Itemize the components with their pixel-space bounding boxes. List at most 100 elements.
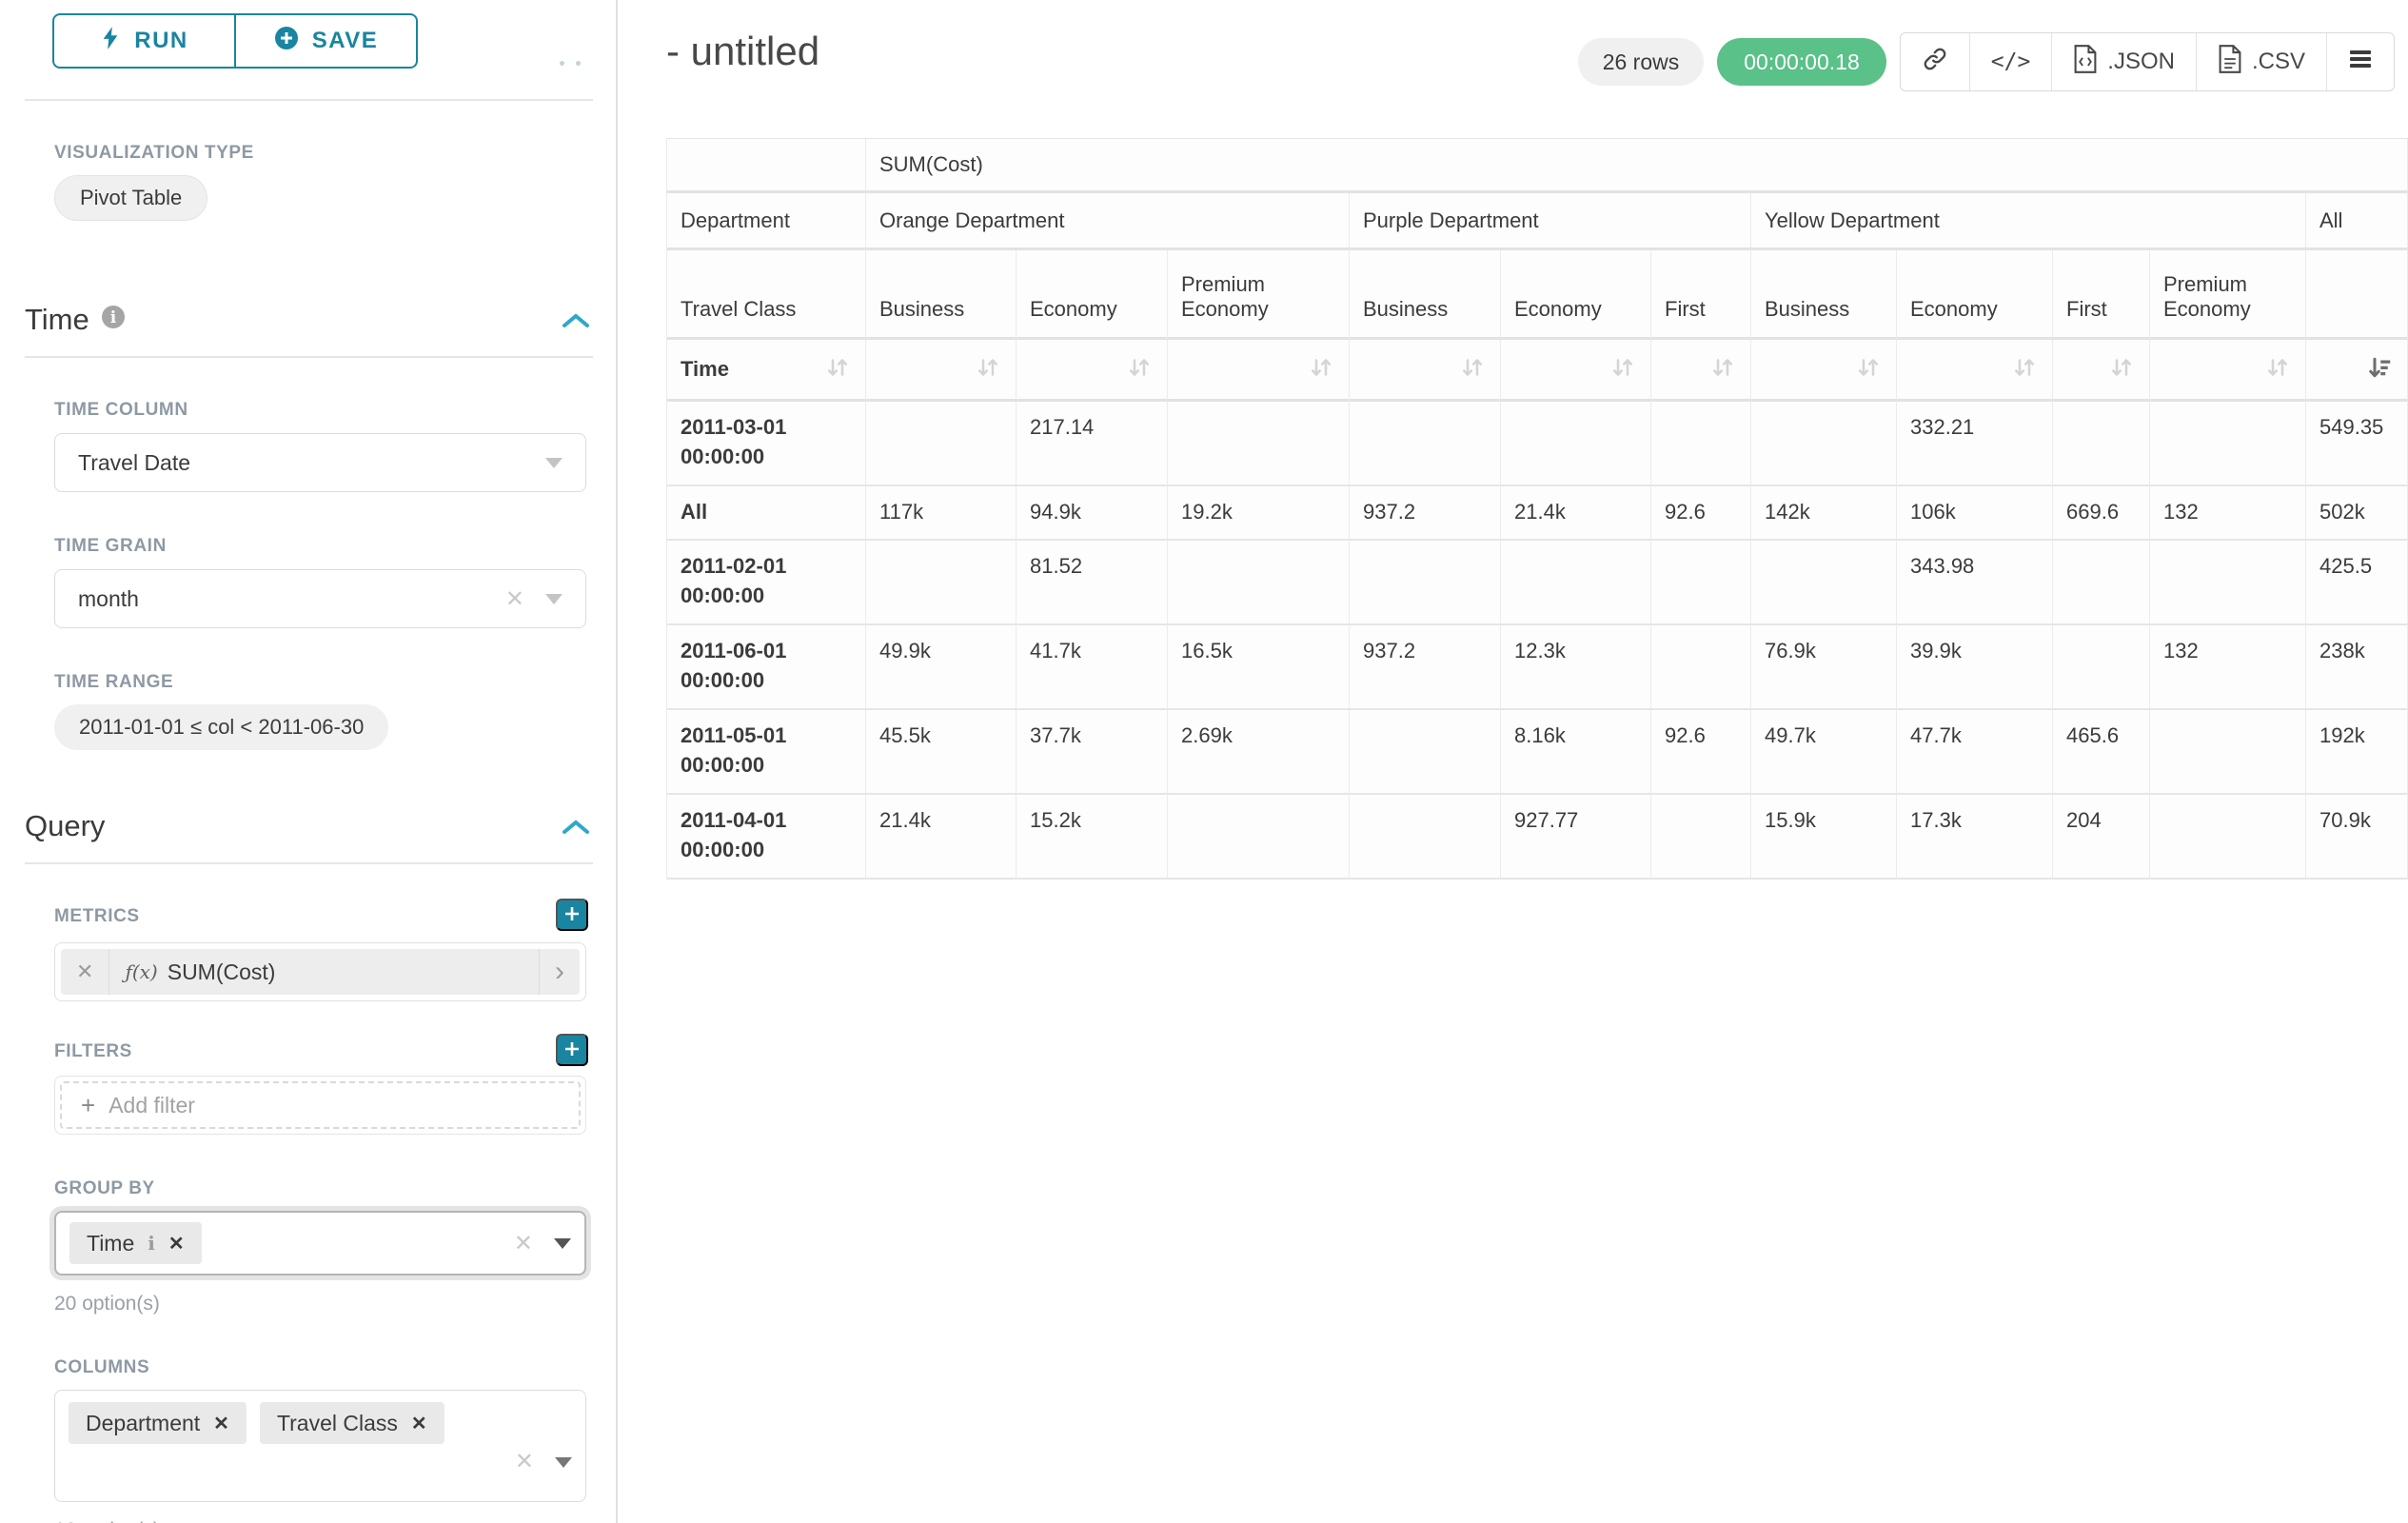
function-icon: ƒ(x): [125, 960, 157, 983]
sort-icon-cell[interactable]: [1016, 340, 1168, 402]
pivot-cell: 12.3k: [1501, 625, 1651, 710]
export-json-button[interactable]: .JSON: [2051, 33, 2196, 90]
query-section-header[interactable]: Query: [25, 809, 105, 843]
info-icon: i: [101, 303, 126, 337]
time-section-header[interactable]: Time i: [25, 303, 126, 337]
sort-icon-cell[interactable]: [1350, 340, 1501, 402]
group-by-option-count: 20 option(s): [54, 1293, 160, 1315]
pivot-cell: 39.9k: [1897, 625, 2053, 710]
panel-drag-handle[interactable]: [560, 61, 581, 66]
sort-icon[interactable]: [1458, 353, 1487, 387]
pivot-cell: [1350, 541, 1501, 625]
pivot-cell: 92.6: [1651, 486, 1751, 541]
pivot-cell: 502k: [2306, 486, 2408, 541]
run-button[interactable]: RUN: [52, 13, 235, 69]
close-icon[interactable]: ✕: [411, 1412, 427, 1435]
sort-icon[interactable]: [2107, 353, 2136, 387]
info-icon: i: [148, 1232, 155, 1255]
control-panel: Chart Type RUN SAVE VISUALIZATION TYPE P…: [0, 0, 618, 1523]
sort-icon[interactable]: [2010, 353, 2039, 387]
sort-desc-active-icon[interactable]: [2365, 353, 2394, 387]
sort-icon-cell[interactable]: [1897, 340, 2053, 402]
metric-pill[interactable]: ✕ ƒ(x) SUM(Cost) ›: [61, 949, 580, 995]
plus-icon: +: [81, 1091, 95, 1120]
add-filter-plus-button[interactable]: [556, 1034, 588, 1066]
pivot-cell: 132: [2150, 625, 2306, 710]
caret-down-icon[interactable]: [554, 1238, 571, 1249]
columns-select[interactable]: Department ✕ Travel Class ✕ ✕: [54, 1390, 586, 1502]
sort-icon[interactable]: [1125, 353, 1154, 387]
sort-icon-cell[interactable]: [866, 340, 1016, 402]
sort-icon-cell[interactable]: [1751, 340, 1897, 402]
close-icon[interactable]: ✕: [61, 949, 109, 995]
pivot-cell: 132: [2150, 486, 2306, 541]
group-by-chip[interactable]: Time i ✕: [69, 1222, 202, 1264]
pivot-cell: [2150, 402, 2306, 486]
pivot-col-group-header: Purple Department: [1350, 193, 1751, 250]
sort-icon[interactable]: [1854, 353, 1883, 387]
pivot-cell: [866, 402, 1016, 486]
columns-chip[interactable]: Travel Class ✕: [260, 1402, 444, 1444]
chevron-right-icon[interactable]: ›: [539, 949, 580, 995]
pivot-cell: 117k: [866, 486, 1016, 541]
sort-icon-cell[interactable]: [2150, 340, 2306, 402]
time-range-pill[interactable]: 2011-01-01 ≤ col < 2011-06-30: [54, 704, 388, 750]
chip-label: Department: [86, 1411, 200, 1436]
pivot-cell: [2150, 795, 2306, 880]
sort-icon[interactable]: [974, 353, 1002, 387]
close-icon[interactable]: ✕: [213, 1412, 229, 1435]
divider: [25, 862, 593, 864]
caret-down-icon[interactable]: [555, 1457, 572, 1468]
viz-type-label: VISUALIZATION TYPE: [54, 143, 254, 164]
sort-icon[interactable]: [1708, 353, 1737, 387]
pivot-cell: [1651, 402, 1751, 486]
sort-icon-cell[interactable]: [2053, 340, 2150, 402]
pivot-cell: 76.9k: [1751, 625, 1897, 710]
view-query-button[interactable]: </>: [1969, 33, 2052, 90]
pivot-col-header: Economy: [1016, 250, 1168, 340]
chevron-up-icon[interactable]: [562, 312, 590, 334]
time-grain-label: TIME GRAIN: [54, 536, 167, 557]
close-icon[interactable]: ✕: [515, 1448, 534, 1475]
menu-button[interactable]: [2326, 33, 2394, 90]
sort-icon[interactable]: [2263, 353, 2292, 387]
sort-icon[interactable]: [823, 353, 852, 387]
sort-icon-cell[interactable]: [1501, 340, 1651, 402]
chevron-up-icon[interactable]: [562, 819, 590, 841]
pivot-col-header: Business: [1751, 250, 1897, 340]
close-icon[interactable]: ✕: [168, 1232, 185, 1256]
pivot-col-header: Economy: [1501, 250, 1651, 340]
pivot-col-header: [2306, 250, 2408, 340]
pivot-cell: 49.7k: [1751, 710, 1897, 795]
sort-icon[interactable]: [1307, 353, 1335, 387]
add-metric-button[interactable]: [556, 899, 588, 931]
pivot-cell: 17.3k: [1897, 795, 2053, 880]
share-link-button[interactable]: [1901, 33, 1969, 90]
save-button[interactable]: SAVE: [235, 13, 418, 69]
chart-title[interactable]: - untitled: [666, 29, 819, 74]
group-by-select[interactable]: Time i ✕ ✕: [54, 1211, 586, 1276]
pivot-cell: 49.9k: [866, 625, 1016, 710]
sort-icon-cell[interactable]: [1651, 340, 1751, 402]
export-csv-button[interactable]: .CSV: [2196, 33, 2326, 90]
sort-icon[interactable]: [1609, 353, 1637, 387]
plus-circle-icon: [274, 26, 299, 57]
time-column-select[interactable]: Travel Date: [54, 433, 586, 492]
pivot-row-label: 2011-04-01 00:00:00: [667, 795, 866, 880]
columns-chip[interactable]: Department ✕: [69, 1402, 247, 1444]
pivot-cell: 465.6: [2053, 710, 2150, 795]
sort-icon-cell[interactable]: [1168, 340, 1350, 402]
sort-desc-active-icon-cell[interactable]: [2306, 340, 2408, 402]
close-icon[interactable]: ✕: [505, 585, 524, 613]
link-icon: [1922, 46, 1948, 79]
time-grain-select[interactable]: month ✕: [54, 569, 586, 628]
pivot-cell: 37.7k: [1016, 710, 1168, 795]
pivot-cell: [1350, 710, 1501, 795]
add-filter-button[interactable]: + Add filter: [60, 1081, 581, 1129]
json-file-icon: [2073, 45, 2098, 80]
plus-icon: [563, 1039, 582, 1061]
close-icon[interactable]: ✕: [514, 1230, 533, 1257]
pivot-cell: 19.2k: [1168, 486, 1350, 541]
pivot-row-dim-department: Department: [667, 193, 866, 250]
viz-type-pill[interactable]: Pivot Table: [54, 175, 207, 221]
